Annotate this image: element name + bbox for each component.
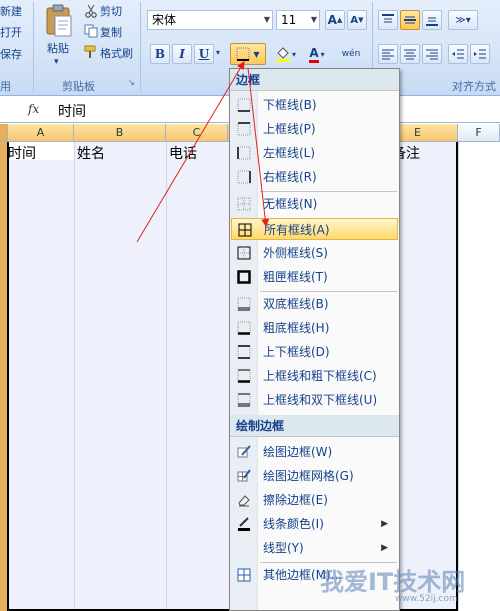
watermark-logo: 我爱IT技术网 [320, 568, 466, 596]
arrow-to-all-borders [247, 67, 270, 227]
annotation-arrows [136, 61, 270, 243]
arrow-to-borders-button [136, 61, 245, 243]
watermark-url: www.52ij.com [395, 594, 458, 604]
